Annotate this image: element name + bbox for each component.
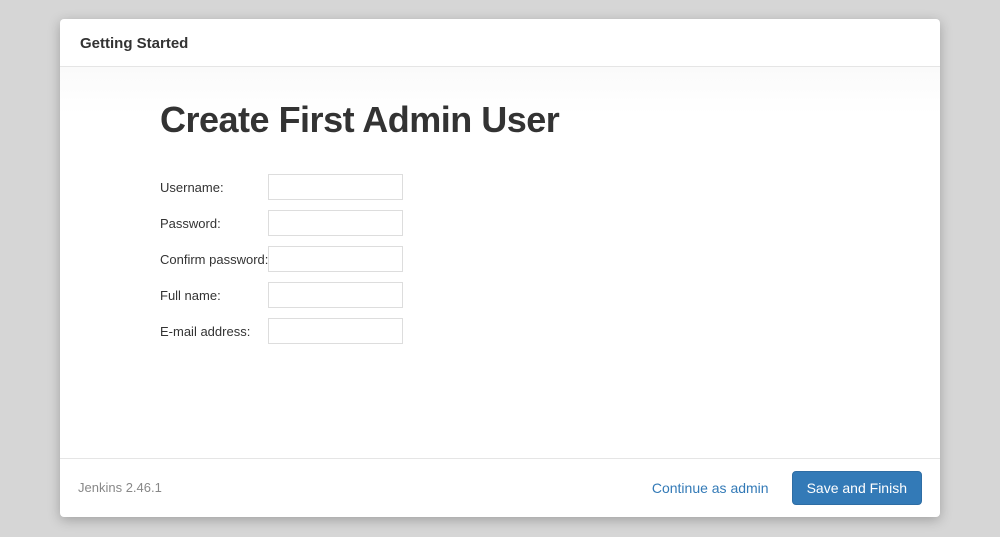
email-input[interactable] — [268, 318, 403, 344]
confirm-password-label: Confirm password: — [160, 241, 268, 277]
username-input[interactable] — [268, 174, 403, 200]
continue-as-admin-button[interactable]: Continue as admin — [637, 471, 784, 505]
fullname-input[interactable] — [268, 282, 403, 308]
username-label: Username: — [160, 169, 268, 205]
password-input[interactable] — [268, 210, 403, 236]
modal-header: Getting Started — [60, 19, 940, 67]
save-and-finish-button[interactable]: Save and Finish — [792, 471, 922, 505]
page-title: Create First Admin User — [160, 99, 840, 141]
password-label: Password: — [160, 205, 268, 241]
modal-footer: Jenkins 2.46.1 Continue as admin Save an… — [60, 458, 940, 517]
setup-wizard-modal: Getting Started Create First Admin User … — [60, 19, 940, 517]
email-label: E-mail address: — [160, 313, 268, 349]
modal-title: Getting Started — [80, 35, 920, 52]
fullname-label: Full name: — [160, 277, 268, 313]
modal-body: Create First Admin User Username: Passwo… — [60, 67, 940, 458]
confirm-password-input[interactable] — [268, 246, 403, 272]
admin-user-form: Username: Password: Confirm password: Fu… — [160, 169, 403, 349]
version-text: Jenkins 2.46.1 — [78, 480, 629, 495]
